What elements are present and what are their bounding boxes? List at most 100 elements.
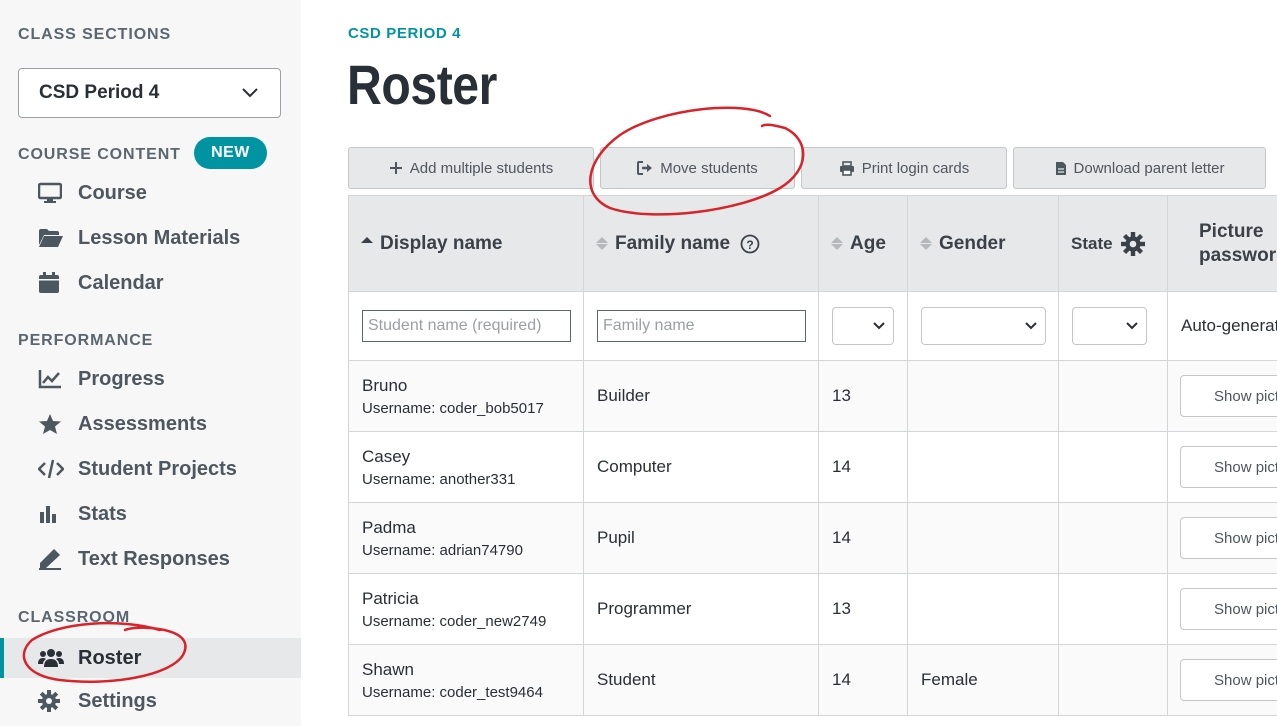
sidebar-item-stats[interactable]: Stats — [0, 494, 301, 534]
show-picture-button[interactable]: Show picture — [1180, 659, 1277, 701]
picture-password-cell: Show picture — [1168, 503, 1277, 574]
section-dropdown[interactable]: CSD Period 4 — [18, 68, 281, 118]
pen-icon — [38, 547, 64, 571]
column-header-display-name[interactable]: Display name — [349, 196, 584, 292]
family-name-cell: Programmer — [584, 574, 819, 645]
column-header-label: Display name — [380, 232, 503, 254]
help-icon[interactable]: ? — [740, 234, 760, 254]
age-select[interactable] — [832, 307, 894, 345]
show-picture-button[interactable]: Show picture — [1180, 446, 1277, 488]
age-cell: 13 — [819, 574, 908, 645]
auto-generated-text: Auto-generated — [1181, 316, 1277, 335]
sidebar-item-label: Text Responses — [78, 547, 230, 570]
code-icon — [38, 457, 64, 481]
state-select[interactable] — [1072, 307, 1147, 345]
age-cell: 14 — [819, 645, 908, 716]
gender-cell — [908, 432, 1059, 503]
show-picture-button[interactable]: Show picture — [1180, 375, 1277, 417]
print-login-cards-button[interactable]: Print login cards — [801, 147, 1007, 189]
chevron-down-icon — [240, 83, 260, 103]
family-name-cell: Student — [584, 645, 819, 716]
family-name-cell: Computer — [584, 432, 819, 503]
add-multiple-students-label: Add multiple students — [409, 159, 554, 177]
display-name-cell: Patricia Username: coder_new2749 — [349, 574, 584, 645]
show-picture-button[interactable]: Show picture — [1180, 588, 1277, 630]
student-identity: Casey Username: another331 — [362, 447, 515, 488]
sort-icon — [920, 237, 932, 250]
sidebar-item-text-responses[interactable]: Text Responses — [0, 539, 301, 579]
sidebar-item-student-projects[interactable]: Student Projects — [0, 449, 301, 489]
add-multiple-students-button[interactable]: Add multiple students — [348, 147, 594, 189]
column-header-state[interactable]: State — [1059, 196, 1168, 292]
username-value: coder_bob5017 — [439, 399, 544, 417]
line-chart-icon — [38, 367, 64, 391]
sidebar-item-lesson-materials[interactable]: Lesson Materials — [0, 218, 301, 258]
sidebar-item-label: Lesson Materials — [78, 226, 241, 249]
file-icon — [1055, 161, 1067, 176]
gear-icon[interactable] — [1120, 231, 1145, 256]
chevron-down-icon — [873, 322, 885, 330]
username-prefix: Username: — [362, 541, 440, 559]
chevron-down-icon — [1126, 322, 1138, 330]
classroom-label: CLASSROOM — [18, 609, 131, 626]
age-cell: 13 — [819, 361, 908, 432]
download-parent-letter-button[interactable]: Download parent letter — [1013, 147, 1266, 189]
student-age: 13 — [832, 386, 851, 405]
add-row-gender-cell — [908, 292, 1059, 361]
column-header-picture-password[interactable]: Picture password — [1168, 196, 1277, 292]
roster-table: Display name Family name ? Age Gender St… — [348, 195, 1277, 716]
sort-icon — [596, 237, 608, 250]
show-picture-label: Show picture — [1214, 387, 1277, 405]
student-identity: Bruno Username: coder_bob5017 — [362, 376, 544, 417]
student-display-name: Shawn — [362, 659, 414, 679]
family-name-cell: Pupil — [584, 503, 819, 574]
family-name-input[interactable] — [597, 310, 806, 342]
show-picture-label: Show picture — [1214, 671, 1277, 689]
student-username: Username: coder_bob5017 — [362, 400, 544, 417]
sidebar-item-settings[interactable]: Settings — [0, 681, 301, 721]
sign-out-icon — [637, 161, 653, 175]
student-family-name: Computer — [597, 457, 672, 476]
add-row-family-cell — [584, 292, 819, 361]
family-name-cell: Builder — [584, 361, 819, 432]
student-display-name: Bruno — [362, 375, 408, 395]
sidebar-item-label: Calendar — [78, 271, 164, 294]
picture-password-cell: Show picture — [1168, 645, 1277, 716]
new-badge: NEW — [194, 137, 267, 169]
sidebar-item-roster[interactable]: Roster — [0, 638, 301, 678]
column-header-label: Age — [850, 232, 886, 254]
column-header-family-name[interactable]: Family name ? — [584, 196, 819, 292]
student-identity: Padma Username: adrian74790 — [362, 518, 523, 559]
student-username: Username: coder_test9464 — [362, 684, 543, 701]
calendar-icon — [38, 271, 64, 295]
gender-cell: Female — [908, 645, 1059, 716]
student-gender: Female — [921, 670, 978, 689]
gear-icon — [38, 689, 64, 713]
show-picture-button[interactable]: Show picture — [1180, 517, 1277, 559]
print-login-cards-label: Print login cards — [861, 159, 970, 177]
course-content-label: COURSE CONTENT — [18, 146, 181, 163]
state-cell — [1059, 432, 1168, 503]
column-header-gender[interactable]: Gender — [908, 196, 1059, 292]
sidebar-item-progress[interactable]: Progress — [0, 359, 301, 399]
sidebar-item-label: Settings — [78, 689, 157, 712]
state-cell — [1059, 361, 1168, 432]
class-sections-label: CLASS SECTIONS — [18, 26, 172, 43]
show-picture-label: Show picture — [1214, 600, 1277, 618]
column-header-age[interactable]: Age — [819, 196, 908, 292]
sidebar-item-calendar[interactable]: Calendar — [0, 263, 301, 303]
sidebar-item-assessments[interactable]: Assessments — [0, 404, 301, 444]
breadcrumb[interactable]: CSD PERIOD 4 — [348, 25, 461, 42]
student-name-input[interactable] — [362, 310, 571, 342]
sidebar-item-label: Progress — [78, 367, 165, 390]
move-students-label: Move students — [660, 159, 758, 177]
age-cell: 14 — [819, 503, 908, 574]
display-name-cell: Casey Username: another331 — [349, 432, 584, 503]
username-prefix: Username: — [362, 683, 440, 701]
gender-select[interactable] — [921, 307, 1046, 345]
sidebar-item-label: Roster — [78, 646, 142, 669]
move-students-button[interactable]: Move students — [600, 147, 795, 189]
sidebar: CLASS SECTIONS CSD Period 4 COURSE CONTE… — [0, 0, 301, 726]
sidebar-item-course[interactable]: Course — [0, 173, 301, 213]
folder-open-icon — [38, 226, 64, 250]
